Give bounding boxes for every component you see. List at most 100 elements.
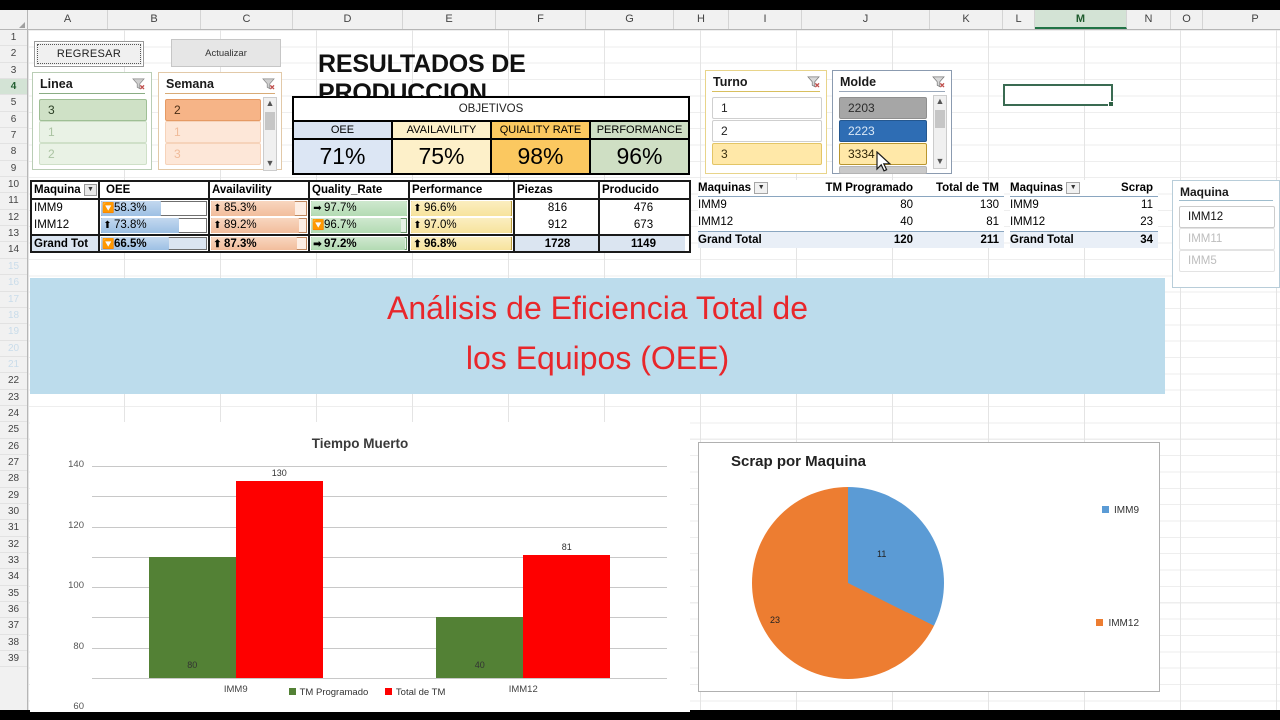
slicer-linea-item-0[interactable]: 3 [39, 99, 147, 121]
row-header-28[interactable]: 28 [0, 471, 27, 488]
column-header-a[interactable]: A [28, 10, 108, 29]
row-header-19[interactable]: 19 [0, 324, 27, 341]
row-header-24[interactable]: 24 [0, 405, 27, 423]
row-header-2[interactable]: 2 [0, 46, 27, 63]
column-header-j[interactable]: J [802, 10, 930, 29]
row-header-27[interactable]: 27 [0, 454, 27, 472]
row-header-9[interactable]: 9 [0, 160, 27, 178]
row-header-37[interactable]: 37 [0, 618, 27, 635]
slicer-maquina-item-2[interactable]: IMM5 [1179, 250, 1275, 272]
column-header-n[interactable]: N [1127, 10, 1171, 29]
row-header-12[interactable]: 12 [0, 209, 27, 227]
header-maquina[interactable]: Maquina ▼ [32, 182, 100, 198]
clear-filter-icon[interactable] [262, 78, 275, 90]
filter-dropdown-icon[interactable]: ▼ [754, 181, 769, 194]
row-header-38[interactable]: 38 [0, 634, 27, 652]
row-header-36[interactable]: 36 [0, 602, 27, 619]
row-header-7[interactable]: 7 [0, 128, 27, 145]
row-header-4[interactable]: 4 [0, 79, 27, 96]
row-header-14[interactable]: 14 [0, 242, 27, 259]
column-header-i[interactable]: I [729, 10, 802, 29]
row-header-29[interactable]: 29 [0, 487, 27, 504]
header-maquinas[interactable]: Maquinas ▼ [1010, 180, 1102, 196]
clear-filter-icon[interactable] [807, 76, 820, 88]
scroll-down-icon[interactable]: ▼ [934, 156, 946, 168]
slicer-maquina-item-0[interactable]: IMM12 [1179, 206, 1275, 228]
chart-scrap-por-maquina[interactable]: Scrap por Maquina 11 23 IMM9 IMM12 [698, 442, 1160, 692]
header-maquinas[interactable]: Maquinas ▼ [698, 180, 818, 196]
regresar-button[interactable]: REGRESAR [34, 41, 144, 67]
filter-dropdown-icon[interactable]: ▼ [84, 184, 97, 196]
scroll-up-icon[interactable]: ▲ [934, 96, 946, 108]
column-header-f[interactable]: F [496, 10, 586, 29]
row-header-31[interactable]: 31 [0, 520, 27, 537]
row-header-32[interactable]: 32 [0, 536, 27, 553]
slicer-semana-scrollbar[interactable]: ▲ ▼ [263, 97, 277, 171]
row-header-1[interactable]: 1 [0, 30, 27, 47]
column-header-l[interactable]: L [1003, 10, 1035, 29]
column-header-h[interactable]: H [674, 10, 729, 29]
row-header-16[interactable]: 16 [0, 275, 27, 292]
row-header-23[interactable]: 23 [0, 389, 27, 406]
clear-filter-icon[interactable] [132, 78, 145, 90]
slicer-turno[interactable]: Turno 1 2 3 [705, 70, 827, 174]
column-header-g[interactable]: G [586, 10, 674, 29]
column-header-c[interactable]: C [201, 10, 293, 29]
row-header-39[interactable]: 39 [0, 651, 27, 668]
row-header-30[interactable]: 30 [0, 503, 27, 521]
slicer-semana-item-0[interactable]: 2 [165, 99, 261, 121]
slicer-molde[interactable]: Molde 2203 2223 3334 ▲ ▼ [832, 70, 952, 174]
filter-dropdown-icon[interactable]: ▼ [1066, 181, 1081, 194]
clear-filter-icon[interactable] [932, 76, 945, 88]
row-header-10[interactable]: 10 [0, 177, 27, 194]
column-header-e[interactable]: E [403, 10, 496, 29]
slicer-turno-item-0[interactable]: 1 [712, 97, 822, 119]
worksheet[interactable]: A B C D E F G H I J K L M N O P 12345678… [0, 10, 1280, 712]
actualizar-button[interactable]: Actualizar [171, 39, 281, 67]
row-header-25[interactable]: 25 [0, 422, 27, 439]
fill-handle[interactable] [1108, 101, 1114, 107]
row-header-35[interactable]: 35 [0, 585, 27, 603]
column-header-p[interactable]: P [1203, 10, 1280, 29]
chart-tiempo-muerto[interactable]: Tiempo Muerto 02040608010012014080130IMM… [30, 422, 690, 712]
column-header-d[interactable]: D [293, 10, 403, 29]
slicer-turno-item-1[interactable]: 2 [712, 120, 822, 142]
scrollbar-thumb[interactable] [265, 112, 275, 130]
column-header-b[interactable]: B [108, 10, 201, 29]
slicer-semana-item-1[interactable]: 1 [165, 121, 261, 143]
selected-cell-m4[interactable] [1003, 84, 1114, 107]
scroll-down-icon[interactable]: ▼ [264, 158, 276, 170]
slicer-molde-item-1[interactable]: 2223 [839, 120, 927, 142]
column-header-m[interactable]: M [1035, 10, 1127, 29]
slicer-semana-item-2[interactable]: 3 [165, 143, 261, 165]
row-header-15[interactable]: 15 [0, 258, 27, 276]
scrollbar-thumb[interactable] [935, 110, 945, 128]
row-header-17[interactable]: 17 [0, 291, 27, 308]
row-header-21[interactable]: 21 [0, 356, 27, 374]
row-header-11[interactable]: 11 [0, 193, 27, 210]
select-all-corner[interactable] [0, 10, 28, 29]
slicer-molde-item-0[interactable]: 2203 [839, 97, 927, 119]
row-header-34[interactable]: 34 [0, 569, 27, 586]
row-header-5[interactable]: 5 [0, 95, 27, 112]
row-header-18[interactable]: 18 [0, 307, 27, 325]
row-header-20[interactable]: 20 [0, 340, 27, 357]
slicer-turno-item-2[interactable]: 3 [712, 143, 822, 165]
slicer-linea[interactable]: Linea 3 1 2 [32, 72, 152, 170]
slicer-maquina[interactable]: Maquina IMM12 IMM11 IMM5 [1172, 180, 1280, 288]
row-header-3[interactable]: 3 [0, 62, 27, 80]
slicer-semana[interactable]: Semana 2 1 3 ▲ ▼ [158, 72, 282, 171]
row-header-8[interactable]: 8 [0, 144, 27, 161]
slicer-linea-item-2[interactable]: 2 [39, 143, 147, 165]
row-header-13[interactable]: 13 [0, 226, 27, 243]
slicer-maquina-item-1[interactable]: IMM11 [1179, 228, 1275, 250]
row-header-33[interactable]: 33 [0, 553, 27, 570]
slicer-molde-scrollbar[interactable]: ▲ ▼ [933, 95, 947, 169]
row-header-22[interactable]: 22 [0, 373, 27, 390]
column-header-o[interactable]: O [1171, 10, 1203, 29]
row-header-26[interactable]: 26 [0, 438, 27, 455]
slicer-linea-item-1[interactable]: 1 [39, 121, 147, 143]
scroll-up-icon[interactable]: ▲ [264, 98, 276, 110]
column-header-k[interactable]: K [930, 10, 1003, 29]
row-header-6[interactable]: 6 [0, 111, 27, 129]
